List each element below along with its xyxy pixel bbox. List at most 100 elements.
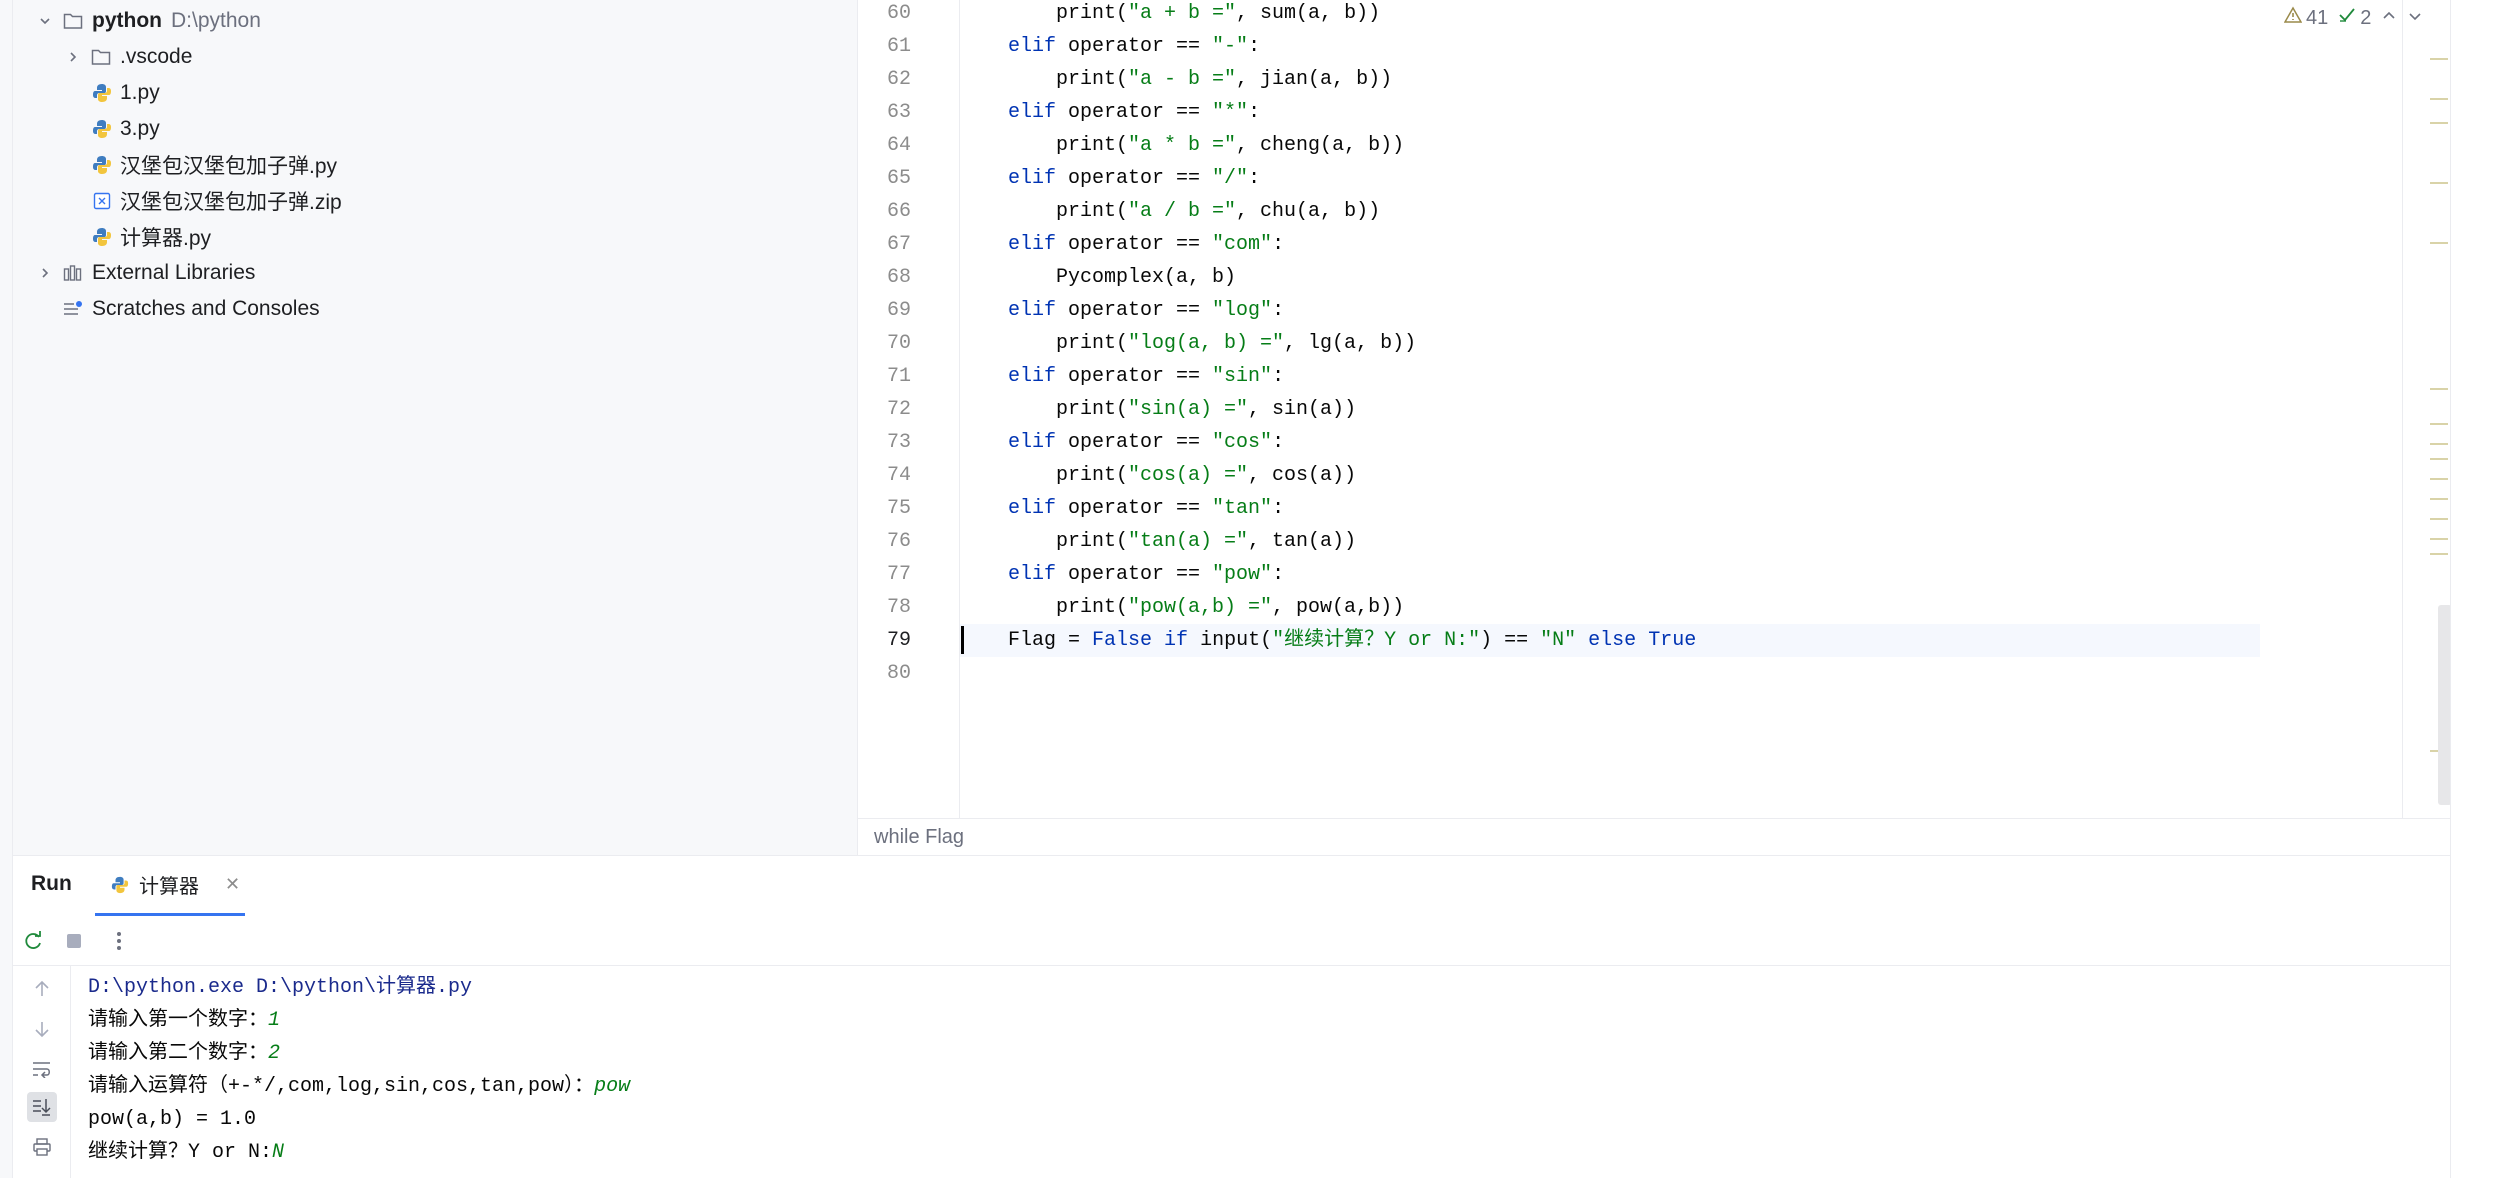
code-line[interactable]: elif operator == "*": — [960, 96, 2260, 129]
soft-wrap-icon[interactable] — [27, 1054, 57, 1084]
code-line[interactable]: print("a + b =", sum(a, b)) — [960, 0, 2260, 30]
typos-indicator[interactable]: 2 — [2338, 6, 2371, 30]
code-line[interactable]: elif operator == "/": — [960, 162, 2260, 195]
line-number: 75 — [886, 497, 911, 520]
stop-icon[interactable] — [62, 929, 86, 953]
line-number: 64 — [886, 134, 911, 157]
library-icon — [61, 261, 85, 285]
code-line[interactable]: elif operator == "sin": — [960, 360, 2260, 393]
warning-mark[interactable] — [2430, 498, 2448, 500]
code-string: "log" — [1212, 299, 1273, 322]
line-number: 77 — [886, 563, 911, 586]
code-keyword: else — [1588, 629, 1637, 652]
code-line[interactable]: elif operator == "com": — [960, 228, 2260, 261]
code-line[interactable]: elif operator == "pow": — [960, 558, 2260, 591]
code-line[interactable]: print("sin(a) =", sin(a)) — [960, 393, 2260, 426]
warning-mark[interactable] — [2430, 458, 2448, 460]
warnings-indicator[interactable]: 41 — [2283, 6, 2328, 30]
code-text: , chu(a, b)) — [1236, 200, 1381, 223]
code-line[interactable]: print("cos(a) =", cos(a)) — [960, 459, 2260, 492]
code-line[interactable]: Pycomplex(a, b) — [960, 261, 2260, 294]
chevron-down-icon[interactable] — [2407, 7, 2423, 30]
line-number: 72 — [886, 398, 911, 421]
line-number: 68 — [886, 266, 911, 289]
warning-mark[interactable] — [2430, 122, 2448, 124]
code-line[interactable]: elif operator == "-": — [960, 30, 2260, 63]
warning-mark[interactable] — [2430, 388, 2448, 390]
warning-mark[interactable] — [2430, 182, 2448, 184]
print-icon[interactable] — [27, 1132, 57, 1162]
right-tool-strip — [2450, 0, 2495, 1178]
inspection-widget[interactable]: 41 2 — [2283, 4, 2423, 32]
python-file-icon — [90, 225, 114, 249]
warning-mark[interactable] — [2430, 518, 2448, 520]
console-result-line: pow(a,b) = 1.0 — [88, 1108, 257, 1131]
scroll-to-end-icon[interactable] — [27, 1092, 57, 1122]
tree-item-1py[interactable]: 1.py — [13, 75, 858, 111]
close-icon[interactable]: ✕ — [225, 874, 240, 895]
code-text: operator == — [1056, 431, 1213, 454]
breadcrumb-item[interactable]: while Flag — [874, 826, 964, 849]
line-number: 61 — [886, 35, 911, 58]
warning-mark[interactable] — [2430, 478, 2448, 480]
chevron-down-icon[interactable] — [35, 11, 55, 31]
chevron-right-icon[interactable] — [35, 263, 55, 283]
code-keyword: elif — [1008, 233, 1057, 256]
warning-mark[interactable] — [2430, 98, 2448, 100]
tree-item-3py[interactable]: 3.py — [13, 111, 858, 147]
line-number: 76 — [886, 530, 911, 553]
tree-item-vscode[interactable]: .vscode — [13, 39, 858, 75]
warning-mark[interactable] — [2430, 553, 2448, 555]
tree-item-label: .vscode — [120, 45, 193, 68]
code-line[interactable]: print("pow(a,b) =", pow(a,b)) — [960, 591, 2260, 624]
code-text: operator == — [1056, 563, 1213, 586]
code-line[interactable]: elif operator == "cos": — [960, 426, 2260, 459]
warning-mark[interactable] — [2430, 58, 2448, 60]
code-line[interactable]: print("log(a, b) =", lg(a, b)) — [960, 327, 2260, 360]
code-text: : — [1272, 431, 1285, 454]
tab-run-config[interactable]: 计算器 ✕ — [95, 856, 245, 916]
console-line: 请输入运算符（+-*/,com,log,sin,cos,tan,pow）：pow — [88, 1070, 2388, 1103]
console-output[interactable]: D:\python.exe D:\python\计算器.py 请输入第一个数字：… — [88, 971, 2388, 1169]
arrow-down-icon[interactable] — [27, 1014, 57, 1044]
line-number: 69 — [886, 299, 911, 322]
warning-mark[interactable] — [2430, 423, 2448, 425]
run-header: Run 计算器 ✕ — [13, 856, 2450, 916]
chevron-right-icon[interactable] — [63, 47, 83, 67]
code-line[interactable]: print("tan(a) =", tan(a)) — [960, 525, 2260, 558]
warning-mark[interactable] — [2430, 242, 2448, 244]
rerun-icon[interactable] — [21, 929, 45, 953]
breadcrumb[interactable]: while Flag — [858, 818, 2450, 855]
tree-root[interactable]: python D:\python — [13, 3, 858, 39]
line-number: 63 — [886, 101, 911, 124]
python-file-icon — [90, 153, 114, 177]
warning-mark[interactable] — [2430, 443, 2448, 445]
code-line[interactable]: print("a * b =", cheng(a, b)) — [960, 129, 2260, 162]
code-keyword: if — [1164, 629, 1189, 652]
code-editor[interactable]: 60 61 62 63 64 65 66 67 68 69 70 71 72 7… — [858, 0, 2452, 855]
code-line-current[interactable]: Flag = False if input("继续计算？Y or N:") ==… — [960, 624, 2260, 657]
code-line[interactable]: print("a - b =", jian(a, b)) — [960, 63, 2260, 96]
code-string: "tan(a) =" — [1128, 530, 1249, 553]
code-line[interactable]: print("a / b =", chu(a, b)) — [960, 195, 2260, 228]
more-options-icon[interactable] — [107, 929, 131, 953]
line-number: 60 — [886, 2, 911, 25]
tree-item-external-libraries[interactable]: External Libraries — [13, 255, 858, 291]
code-line[interactable] — [960, 657, 2260, 690]
code-line[interactable]: elif operator == "log": — [960, 294, 2260, 327]
code-keyword: elif — [1008, 167, 1057, 190]
tree-item-calculator-py[interactable]: 计算器.py — [13, 219, 858, 255]
code-line[interactable]: elif operator == "tan": — [960, 492, 2260, 525]
chevron-up-icon[interactable] — [2381, 7, 2397, 30]
tree-item-hamburger-zip[interactable]: 汉堡包汉堡包加子弹.zip — [13, 183, 858, 219]
run-tool-window: Run 计算器 ✕ D:\python.exe D:\python\计算器.py… — [13, 855, 2450, 1178]
tree-item-hamburger-py[interactable]: 汉堡包汉堡包加子弹.py — [13, 147, 858, 183]
arrow-up-icon[interactable] — [27, 974, 57, 1004]
warning-mark[interactable] — [2430, 538, 2448, 540]
tree-item-scratches[interactable]: Scratches and Consoles — [13, 291, 858, 327]
code-keyword: elif — [1008, 35, 1057, 58]
code-string: "a + b =" — [1128, 2, 1237, 25]
code-text: operator == — [1056, 167, 1213, 190]
code-text: : — [1272, 563, 1285, 586]
tree-item-label: 计算器.py — [120, 227, 212, 250]
